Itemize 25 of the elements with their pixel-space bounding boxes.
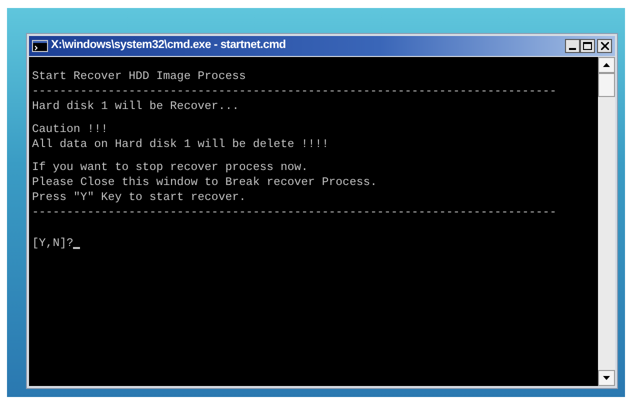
scroll-down-button[interactable]: [598, 370, 615, 386]
text-cursor: [73, 247, 80, 249]
console-line: Press "Y" Key to start recover.: [32, 190, 246, 205]
console-line: ----------------------------------------------------------------------------: [32, 205, 556, 220]
close-icon: [600, 42, 608, 50]
scroll-thumb[interactable]: [598, 73, 615, 97]
maximize-icon: [583, 42, 592, 50]
scrollbar[interactable]: [598, 57, 615, 386]
up-arrow-icon: [603, 63, 610, 67]
console-icon: [32, 40, 48, 52]
console-line: All data on Hard disk 1 will be delete !!!!: [32, 137, 329, 152]
console-prompt: [Y,N]?: [32, 236, 74, 251]
console-line: Caution !!!: [32, 122, 108, 137]
console-line: Hard disk 1 will be Recover...: [32, 99, 240, 114]
console-line: If you want to stop recover process now.: [32, 160, 308, 175]
minimize-button[interactable]: [565, 39, 580, 53]
window-title: X:\windows\system32\cmd.exe - startnet.cmd: [51, 38, 287, 54]
down-arrow-icon: [603, 376, 610, 380]
scroll-up-button[interactable]: [598, 57, 615, 73]
console-line: Please Close this window to Break recover Process.: [32, 175, 378, 190]
close-button[interactable]: [597, 39, 612, 53]
minimize-icon: [569, 48, 576, 50]
console-line: Start Recover HDD Image Process: [32, 69, 246, 84]
maximize-button[interactable]: [580, 39, 595, 53]
console-line: ----------------------------------------------------------------------------: [32, 84, 556, 99]
